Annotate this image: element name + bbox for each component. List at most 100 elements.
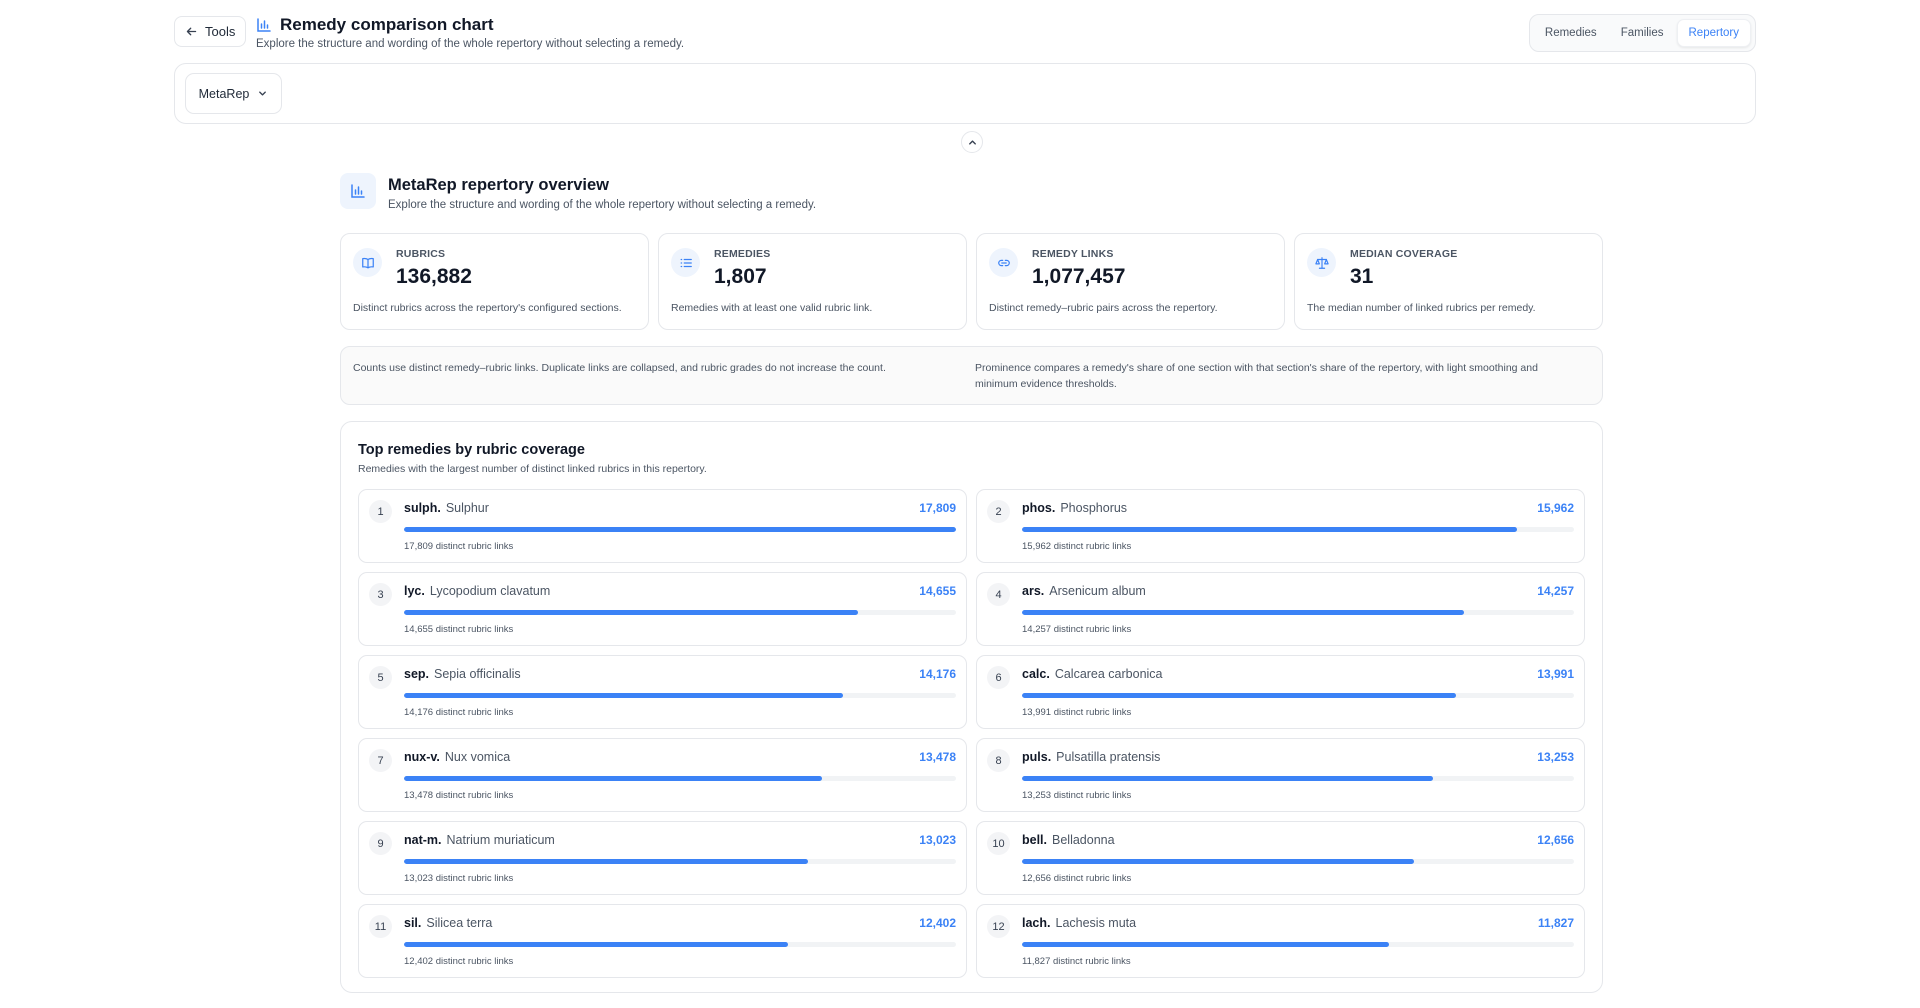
tools-label: Tools <box>205 24 236 39</box>
remedy-name: Pulsatilla pratensis <box>1056 750 1161 764</box>
coverage-bar-fill <box>404 527 956 532</box>
remedy-card[interactable]: 5 sep. Sepia officinalis 14,176 14,176 disti… <box>358 655 967 729</box>
rank-badge: 6 <box>987 666 1010 689</box>
top-remedies-panel: Top remedies by rubric coverage Remedies… <box>340 421 1603 993</box>
remedy-abbreviation: nat-m. Natrium muriaticum <box>404 833 555 847</box>
coverage-bar-track <box>1022 859 1574 864</box>
overview-title: MetaRep repertory overview <box>388 176 610 194</box>
scale-icon <box>1307 248 1336 277</box>
top-remedies-title: Top remedies by rubric coverage <box>358 442 585 458</box>
remedy-name: Belladonna <box>1052 833 1115 847</box>
rank-badge: 5 <box>369 666 392 689</box>
remedy-card[interactable]: 8 puls. Pulsatilla pratensis 13,253 13,253 d… <box>976 738 1585 812</box>
chevron-up-icon <box>968 139 976 145</box>
remedy-card[interactable]: 9 nat-m. Natrium muriaticum 13,023 13,023 di… <box>358 821 967 895</box>
back-to-tools-button[interactable]: Tools <box>174 16 247 47</box>
methodology-notes: Counts use distinct remedy–rubric links.… <box>340 346 1603 405</box>
stats-row: RUBRICS 136,882 Distinct rubrics across … <box>340 233 1603 330</box>
remedy-abbreviation: calc. Calcarea carbonica <box>1022 667 1163 681</box>
stat-value: 136,882 <box>396 265 472 288</box>
rank-badge: 11 <box>369 915 392 938</box>
remedy-abbr-text: sil. <box>404 916 422 930</box>
tab-repertory[interactable]: Repertory <box>1676 19 1751 47</box>
remedy-card[interactable]: 11 sil. Silicea terra 12,402 12,402 distinct… <box>358 904 967 978</box>
remedy-name: Calcarea carbonica <box>1054 667 1163 681</box>
rank-badge: 3 <box>369 583 392 606</box>
remedy-card[interactable]: 4 ars. Arsenicum album 14,257 14,257 distinc… <box>976 572 1585 646</box>
book-icon <box>353 248 382 277</box>
stat-label: REMEDY LINKS <box>1032 248 1114 260</box>
coverage-bar-track <box>404 693 956 698</box>
coverage-bar-track <box>404 859 956 864</box>
coverage-bar-track <box>1022 610 1574 615</box>
coverage-bar-fill <box>1022 776 1433 781</box>
top-remedies-subtitle: Remedies with the largest number of dist… <box>358 463 707 475</box>
remedy-count: 13,991 <box>1537 667 1574 681</box>
remedy-abbr-text: phos. <box>1022 501 1056 515</box>
remedy-abbr-text: bell. <box>1022 833 1048 847</box>
overview-chart-icon <box>340 173 376 209</box>
remedy-abbreviation: lyc. Lycopodium clavatum <box>404 584 550 598</box>
remedy-description: 14,655 distinct rubric links <box>404 624 514 635</box>
collapse-panel-button[interactable] <box>961 131 983 153</box>
coverage-bar-fill <box>1022 942 1389 947</box>
remedy-abbreviation: lach. Lachesis muta <box>1022 916 1136 930</box>
stat-value: 31 <box>1350 265 1374 288</box>
rank-badge: 7 <box>369 749 392 772</box>
tab-families[interactable]: Families <box>1610 19 1675 47</box>
remedy-description: 17,809 distinct rubric links <box>404 541 514 552</box>
remedy-count: 14,257 <box>1537 584 1574 598</box>
coverage-bar-track <box>1022 693 1574 698</box>
coverage-bar-track <box>404 610 956 615</box>
coverage-bar-track <box>404 527 956 532</box>
remedy-description: 14,176 distinct rubric links <box>404 707 514 718</box>
remedy-description: 14,257 distinct rubric links <box>1022 624 1132 635</box>
remedy-name: Sulphur <box>445 501 489 515</box>
page-subtitle: Explore the structure and wording of the… <box>256 38 685 50</box>
remedy-abbr-text: lyc. <box>404 584 425 598</box>
remedy-abbr-text: ars. <box>1022 584 1045 598</box>
stat-label: REMEDIES <box>714 248 771 260</box>
top-bar: Tools Remedy comparison chart Explore th… <box>174 14 1756 54</box>
remedy-abbr-text: puls. <box>1022 750 1052 764</box>
remedy-count: 14,655 <box>919 584 956 598</box>
remedy-card[interactable]: 7 nux-v. Nux vomica 13,478 13,478 distinct r… <box>358 738 967 812</box>
remedy-count: 12,402 <box>919 916 956 930</box>
remedy-card[interactable]: 10 bell. Belladonna 12,656 12,656 distinct r… <box>976 821 1585 895</box>
view-switcher: Remedies Families Repertory <box>1528 14 1756 52</box>
remedy-description: 12,656 distinct rubric links <box>1022 873 1132 884</box>
coverage-bar-track <box>1022 942 1574 947</box>
arrow-left-icon <box>186 27 197 36</box>
remedy-card[interactable]: 6 calc. Calcarea carbonica 13,991 13,991 dis… <box>976 655 1585 729</box>
remedy-card[interactable]: 12 lach. Lachesis muta 11,827 11,827 distinc… <box>976 904 1585 978</box>
remedy-name: Lachesis muta <box>1055 916 1137 930</box>
coverage-bar-fill <box>404 942 789 947</box>
rank-badge: 10 <box>987 832 1010 855</box>
tab-remedies[interactable]: Remedies <box>1534 19 1608 47</box>
repertory-selector-panel: MetaRep <box>174 63 1756 124</box>
remedy-card[interactable]: 3 lyc. Lycopodium clavatum 14,655 14,655 dis… <box>358 572 967 646</box>
remedy-card[interactable]: 2 phos. Phosphorus 15,962 15,962 distinct ru… <box>976 489 1585 563</box>
remedy-count: 12,656 <box>1537 833 1574 847</box>
stat-card-remedies: REMEDIES 1,807 Remedies with at least on… <box>658 233 967 330</box>
stat-description: Distinct remedy–rubric pairs across the … <box>989 302 1218 314</box>
stat-value: 1,807 <box>714 265 767 288</box>
note-prominence: Prominence compares a remedy's share of … <box>975 362 1538 390</box>
coverage-bar-fill <box>404 693 844 698</box>
stat-description: Remedies with at least one valid rubric … <box>671 302 873 314</box>
remedy-abbreviation: ars. Arsenicum album <box>1022 584 1146 598</box>
coverage-bar-fill <box>404 776 822 781</box>
remedy-card[interactable]: 1 sulph. Sulphur 17,809 17,809 distinct rubr… <box>358 489 967 563</box>
remedy-description: 13,478 distinct rubric links <box>404 790 514 801</box>
remedy-name: Phosphorus <box>1060 501 1128 515</box>
remedy-description: 15,962 distinct rubric links <box>1022 541 1132 552</box>
remedy-count: 11,827 <box>1537 916 1574 930</box>
remedy-abbr-text: nux-v. <box>404 750 440 764</box>
list-icon <box>671 248 700 277</box>
stat-label: MEDIAN COVERAGE <box>1350 248 1458 260</box>
rank-badge: 4 <box>987 583 1010 606</box>
remedy-abbreviation: nux-v. Nux vomica <box>404 750 510 764</box>
repertory-select[interactable]: MetaRep <box>185 73 282 114</box>
remedy-abbr-text: nat-m. <box>404 833 442 847</box>
stat-description: Distinct rubrics across the repertory's … <box>353 302 622 314</box>
